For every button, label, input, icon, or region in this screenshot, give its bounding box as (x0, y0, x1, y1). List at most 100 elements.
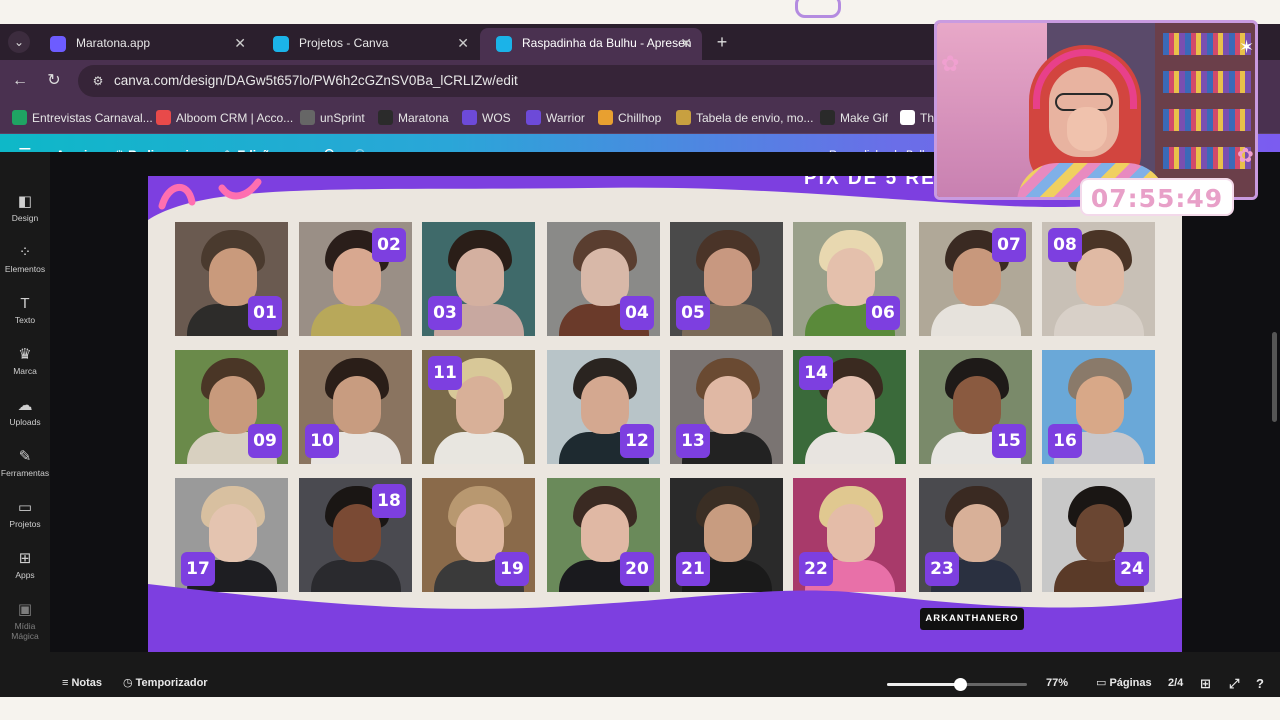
address-bar[interactable]: ⚙ canva.com/design/DAGw5t657lo/PW6h2cGZn… (78, 65, 978, 97)
bookmark-1[interactable]: Entrevistas Carnaval... (12, 102, 153, 134)
photo-tile[interactable]: 13 (670, 350, 783, 464)
bookmark-4[interactable]: Maratona (378, 102, 449, 134)
photo-tile[interactable]: 03 (422, 222, 535, 336)
zoom-value[interactable]: 77% (1046, 673, 1068, 694)
tab-title: Raspadinha da Bulhu - Apresen (522, 36, 692, 50)
new-tab-button[interactable]: + (710, 30, 734, 54)
bookmark-label: Make Gif (840, 111, 889, 125)
books (1163, 71, 1251, 93)
sidebar-item-label: Mídia Mágica (11, 621, 39, 641)
photo-tile[interactable]: 11 (422, 350, 535, 464)
bookmark-2[interactable]: Alboom CRM | Acco... (156, 102, 293, 134)
site-info-icon[interactable]: ⚙ (90, 73, 106, 89)
elements-icon: ⁘ (18, 244, 32, 261)
bookmark-9[interactable]: Make Gif (820, 102, 888, 134)
bookmark-10[interactable]: Th (900, 102, 934, 134)
notes-button[interactable]: ≡ Notas (62, 673, 102, 694)
zoom-slider-fill (887, 683, 960, 686)
brand-icon: ♛ (18, 346, 32, 363)
photo-tile[interactable]: 16 (1042, 350, 1155, 464)
tab-3[interactable]: Raspadinha da Bulhu - Apresen ✕ (480, 28, 702, 60)
number-badge: 08 (1048, 228, 1082, 262)
photo-tile[interactable]: 17 (175, 478, 288, 592)
photo-tile[interactable]: 08 (1042, 222, 1155, 336)
webcam-overlay: ✶ ✿ ✿ (934, 20, 1258, 200)
pages-button[interactable]: ▭ Páginas (1096, 673, 1152, 694)
photo-tile[interactable]: 18 (299, 478, 412, 592)
streamer-hand (1067, 107, 1107, 151)
sidebar-item-label: Ferramentas (0, 468, 50, 478)
portrait-face (827, 376, 875, 434)
tab-title: Maratona.app (76, 36, 151, 50)
slide[interactable]: PIX DE 5 RE 01 02 03 04 05 06 07 08 09 10 11 12 13 14… (148, 176, 1182, 656)
bookmark-8[interactable]: Tabela de envio, mo... (676, 102, 813, 134)
timer-label: Temporizador (135, 677, 208, 689)
doodle-decoration (795, 0, 841, 18)
help-icon[interactable]: ? (1256, 673, 1264, 694)
zoom-slider[interactable] (887, 678, 1027, 691)
w-icon (462, 110, 477, 125)
tab-close-icon[interactable]: ✕ (234, 28, 246, 58)
tab-2[interactable]: Projetos - Canva ✕ (257, 28, 479, 60)
number-badge: 04 (620, 296, 654, 330)
sidebar-item-texto[interactable]: T Texto (0, 294, 50, 325)
photo-tile[interactable]: 21 (670, 478, 783, 592)
photo-tile[interactable]: 23 (919, 478, 1032, 592)
grid-view-icon[interactable]: ⊞ (1200, 673, 1211, 694)
photo-tile[interactable]: 06 (793, 222, 906, 336)
bookmark-5[interactable]: WOS (462, 102, 511, 134)
slide-title: PIX DE 5 RE (804, 176, 936, 189)
bookmark-3[interactable]: unSprint (300, 102, 365, 134)
portrait-face (456, 376, 504, 434)
sidebar-item-uploads[interactable]: ☁ Uploads (0, 396, 50, 427)
flower-icon: ✿ (1237, 145, 1254, 167)
portrait-face (1076, 248, 1124, 306)
number-badge: 16 (1048, 424, 1082, 458)
flower-icon: ✿ (941, 51, 960, 76)
photo-tile[interactable]: 12 (547, 350, 660, 464)
wikipedia-icon (900, 110, 915, 125)
sidebar-item-marca[interactable]: ♛ Marca (0, 345, 50, 376)
smiley-icon (676, 110, 691, 125)
books (1163, 109, 1251, 131)
zoom-slider-handle[interactable] (953, 678, 967, 691)
photo-tile[interactable]: 02 (299, 222, 412, 336)
tab-close-icon[interactable]: ✕ (457, 28, 469, 58)
sidebar-item-m-dia-m-gica[interactable]: ▣ Mídia Mágica (0, 600, 50, 641)
tab-favicon-icon (273, 36, 289, 52)
tab-close-icon[interactable]: ✕ (680, 28, 692, 58)
photo-tile[interactable]: 20 (547, 478, 660, 592)
photo-tile[interactable]: 04 (547, 222, 660, 336)
sidebar-item-design[interactable]: ◧ Design (0, 192, 50, 223)
bookmark-7[interactable]: Chillhop (598, 102, 661, 134)
bookmark-label: WOS (482, 111, 511, 125)
fullscreen-icon[interactable]: ⤢ (1229, 673, 1239, 694)
number-badge: 13 (676, 424, 710, 458)
tab-search-button[interactable]: ⌄ (8, 31, 30, 53)
sidebar-item-elementos[interactable]: ⁘ Elementos (0, 243, 50, 274)
tab-1[interactable]: Maratona.app ✕ (34, 28, 256, 60)
photo-tile[interactable]: 24 (1042, 478, 1155, 592)
back-icon[interactable]: ← (8, 69, 32, 93)
photo-tile[interactable]: 22 (793, 478, 906, 592)
sidebar-item-apps[interactable]: ⊞ Apps (0, 549, 50, 580)
reload-icon[interactable]: ↻ (42, 69, 66, 93)
bookmark-label: Warrior (546, 111, 585, 125)
photo-tile[interactable]: 15 (919, 350, 1032, 464)
alboom-icon (156, 110, 171, 125)
timer-button[interactable]: ◷ Temporizador (123, 673, 208, 694)
sidebar-item-projetos[interactable]: ▭ Projetos (0, 498, 50, 529)
photo-tile[interactable]: 07 (919, 222, 1032, 336)
bookmark-6[interactable]: Warrior (526, 102, 585, 134)
sidebar-item-ferramentas[interactable]: ✎ Ferramentas (0, 447, 50, 478)
notes-label: Notas (71, 677, 103, 689)
photo-tile[interactable]: 19 (422, 478, 535, 592)
canvas-scrollbar[interactable] (1272, 332, 1277, 422)
photo-tile[interactable]: 01 (175, 222, 288, 336)
photo-tile[interactable]: 10 (299, 350, 412, 464)
photo-tile[interactable]: 14 (793, 350, 906, 464)
sidebar-item-label: Projetos (9, 519, 41, 529)
photo-tile[interactable]: 09 (175, 350, 288, 464)
number-badge: 05 (676, 296, 710, 330)
photo-tile[interactable]: 05 (670, 222, 783, 336)
